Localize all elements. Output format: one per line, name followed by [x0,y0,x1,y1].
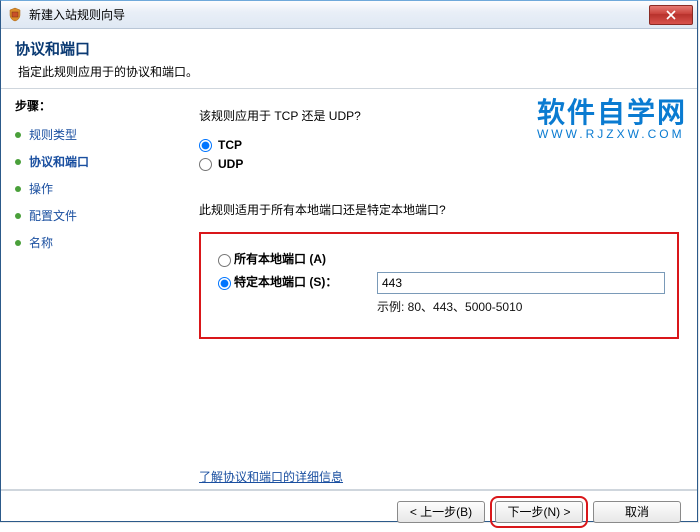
close-icon [666,10,676,20]
radio-tcp[interactable] [199,139,212,152]
body: 步骤： 规则类型 协议和端口 操作 配置文件 名称 [1,89,697,489]
example-prefix: 示例: [377,300,408,314]
cancel-button[interactable]: 取消 [593,501,681,523]
header: 协议和端口 指定此规则应用于的协议和端口。 [1,29,697,88]
example-value: 80、443、5000-5010 [408,300,523,314]
bullet-icon [15,132,21,138]
radio-tcp-row: TCP [199,138,679,152]
sidebar-item-label[interactable]: 操作 [29,180,53,197]
close-button[interactable] [649,5,693,25]
learn-more-link[interactable]: 了解协议和端口的详细信息 [199,468,343,485]
radio-all-ports-label: 所有本地端口 (A) [234,250,326,267]
radio-all-ports-row: 所有本地端口 (A) [213,250,665,267]
port-input-wrap [377,272,665,294]
radio-all-ports[interactable] [218,254,231,267]
sidebar-item-action[interactable]: 操作 [15,180,163,197]
app-icon [7,7,23,23]
back-button[interactable]: < 上一步(B) [397,501,485,523]
sidebar-item-label[interactable]: 协议和端口 [29,153,89,170]
question-protocol: 该规则应用于 TCP 还是 UDP? [199,107,679,124]
page-title: 协议和端口 [15,38,683,59]
sidebar-item-label[interactable]: 配置文件 [29,207,77,224]
radio-udp[interactable] [199,158,212,171]
highlight-box-ports: 所有本地端口 (A) 特定本地端口 (S)： 示例: 80、443、5000-5… [199,232,679,339]
titlebar: 新建入站规则向导 [1,1,697,29]
wizard-window: 新建入站规则向导 协议和端口 指定此规则应用于的协议和端口。 步骤： 规则类型 … [0,0,698,522]
bullet-icon [15,186,21,192]
window-title: 新建入站规则向导 [29,6,649,23]
sidebar-item-protocol-port[interactable]: 协议和端口 [15,153,163,170]
sidebar-item-profile[interactable]: 配置文件 [15,207,163,224]
port-example: 示例: 80、443、5000-5010 [377,298,665,315]
question-port-scope: 此规则适用于所有本地端口还是特定本地端口? [199,201,679,218]
port-input[interactable] [377,272,665,294]
radio-specific-ports[interactable] [218,277,231,290]
steps-title: 步骤： [15,97,163,114]
page-subtitle: 指定此规则应用于的协议和端口。 [18,63,683,80]
next-button[interactable]: 下一步(N) > [495,501,583,523]
section-port-scope: 此规则适用于所有本地端口还是特定本地端口? 所有本地端口 (A) 特定本地端口 … [199,201,679,339]
sidebar-item-name[interactable]: 名称 [15,234,163,251]
sidebar-item-label[interactable]: 规则类型 [29,126,77,143]
sidebar: 步骤： 规则类型 协议和端口 操作 配置文件 名称 [1,89,171,489]
footer: < 上一步(B) 下一步(N) > 取消 [1,490,697,532]
bullet-icon [15,159,21,165]
radio-tcp-label: TCP [218,138,242,152]
content-pane: 软件自学网 WWW.RJZXW.COM 该规则应用于 TCP 还是 UDP? T… [171,89,697,489]
radio-udp-label: UDP [218,157,243,171]
radio-specific-ports-label: 特定本地端口 (S)： [234,273,337,290]
sidebar-item-label[interactable]: 名称 [29,234,53,251]
radio-udp-row: UDP [199,157,679,171]
bullet-icon [15,213,21,219]
sidebar-item-rule-type[interactable]: 规则类型 [15,126,163,143]
bullet-icon [15,240,21,246]
